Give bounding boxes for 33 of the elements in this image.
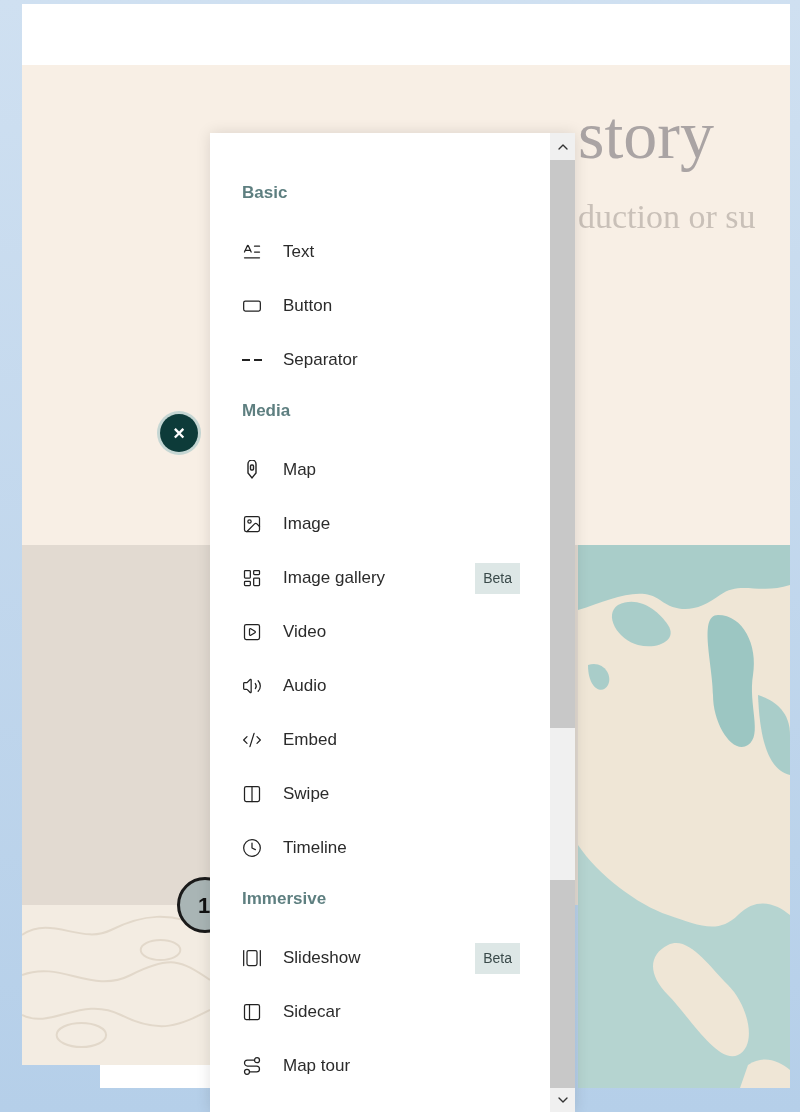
section-heading: Basic <box>242 182 289 205</box>
beta-badge: Beta <box>475 942 520 974</box>
image-icon <box>242 514 262 534</box>
video-icon <box>242 622 262 642</box>
menu-item[interactable]: Separator <box>242 333 520 387</box>
menu-item[interactable]: Button <box>242 279 520 333</box>
menu-item[interactable]: Video <box>242 605 520 659</box>
menu-item[interactable]: Map tour <box>242 1039 520 1093</box>
sidecar-icon <box>242 1002 262 1022</box>
section-heading: Media <box>242 400 292 423</box>
gallery-icon <box>242 568 262 588</box>
route-icon <box>242 1056 262 1076</box>
menu-item[interactable]: Swipe <box>242 767 520 821</box>
story-title: story <box>578 96 715 175</box>
speaker-icon <box>242 676 262 696</box>
menu-item[interactable]: Image <box>242 497 520 551</box>
dashed-line-icon <box>242 359 262 361</box>
menu-item[interactable]: Map <box>242 443 520 497</box>
menu-item[interactable]: Image gallery Beta <box>242 551 520 605</box>
scroll-thumb[interactable] <box>550 728 575 880</box>
section-heading: Immersive <box>242 888 328 911</box>
code-icon <box>242 730 262 750</box>
menu-item[interactable]: Sidecar <box>242 985 520 1039</box>
menu-item[interactable]: Slideshow Beta <box>242 931 520 985</box>
menu-item[interactable]: Embed <box>242 713 520 767</box>
menu-item[interactable]: Text <box>242 225 520 279</box>
swipe-icon <box>242 784 262 804</box>
clock-icon <box>242 838 262 858</box>
slideshow-icon <box>242 948 262 968</box>
menu-item[interactable]: Timeline <box>242 821 520 875</box>
beta-badge: Beta <box>475 562 520 594</box>
menu-item[interactable]: Audio <box>242 659 520 713</box>
close-button[interactable]: × <box>160 414 198 452</box>
